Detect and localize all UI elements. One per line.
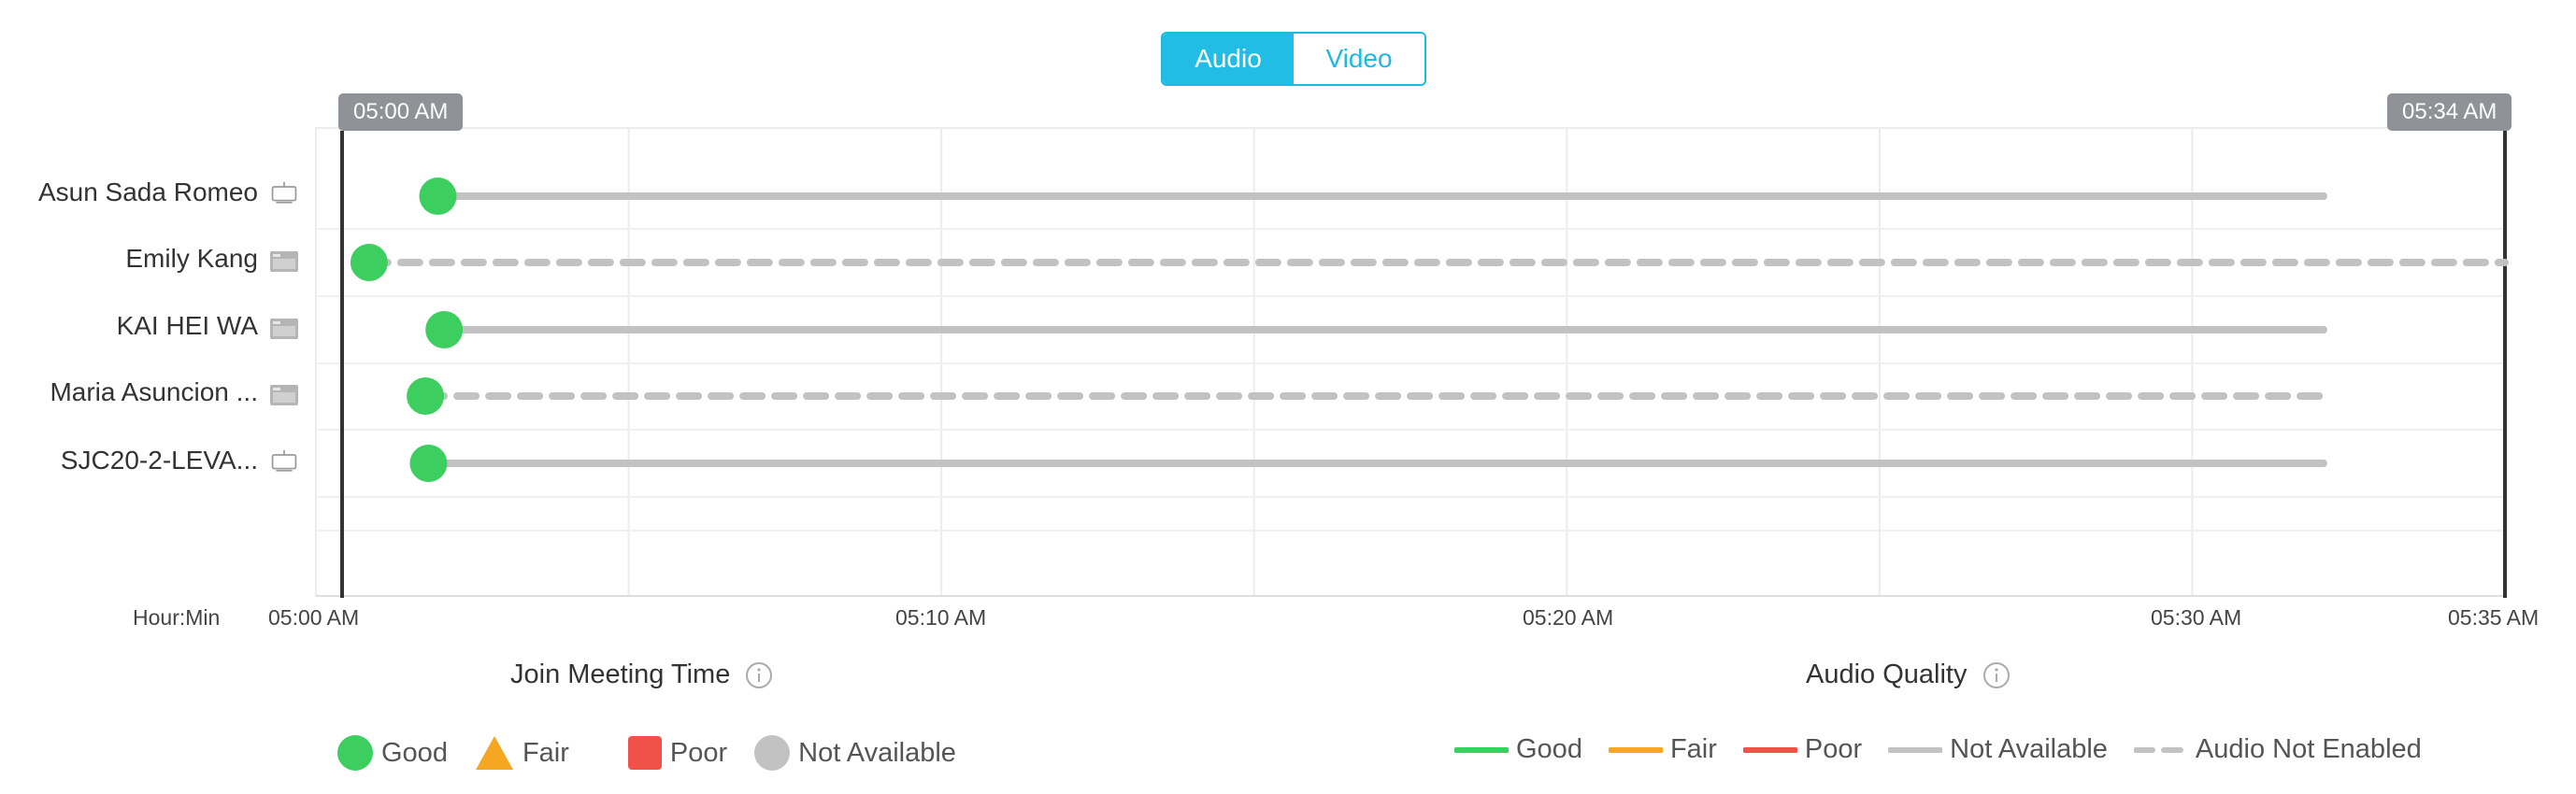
poor-line-icon	[1742, 746, 1797, 753]
tv-icon	[271, 449, 297, 472]
legend-label: Good	[381, 737, 448, 768]
dashed-line-icon	[2133, 746, 2188, 753]
legend-not-available: Not Available	[1888, 734, 2108, 765]
join-time-marker	[409, 445, 448, 482]
x-tick-label: 05:20 AM	[1523, 605, 1614, 630]
not-available-line-icon	[1888, 746, 1943, 753]
legend-fair: Fair	[474, 734, 569, 772]
legend-label: Audio Not Enabled	[2195, 734, 2422, 764]
x-tick-label: 05:35 AM	[2448, 605, 2540, 630]
poor-square-icon	[627, 736, 662, 770]
fair-triangle-icon	[475, 736, 513, 770]
participant-name: KAI HEI WA	[116, 311, 258, 340]
legend-fair: Fair	[1608, 734, 1717, 765]
end-time-badge: 05:34 AM	[2387, 93, 2512, 131]
legend-label: Poor	[1804, 734, 1863, 764]
join-meeting-time-title: Join Meeting Time	[510, 659, 773, 690]
join-time-marker	[425, 311, 464, 348]
legend-label: Poor	[669, 737, 728, 768]
legend-label: Not Available	[798, 737, 956, 768]
axis-unit-label: Hour:Min	[133, 605, 221, 630]
info-icon[interactable]	[1982, 661, 2011, 689]
quality-legend: Good Fair Poor Not Available Audio Not E…	[1454, 734, 2448, 765]
join-time-marker	[419, 177, 457, 215]
participant-name: Emily Kang	[125, 244, 258, 273]
desktop-app-icon	[270, 251, 298, 272]
desktop-app-icon	[270, 319, 298, 339]
join-time-marker	[350, 244, 388, 281]
participant-name: Maria Asuncion ...	[50, 377, 258, 406]
legend-label: Fair	[522, 737, 569, 768]
legend-label: Fair	[1669, 734, 1717, 764]
legend-not-available: Not Available	[753, 734, 956, 772]
legend-poor: Poor	[627, 735, 727, 771]
legend-label: Good	[1516, 734, 1582, 764]
not-available-circle-icon	[754, 735, 791, 771]
join-time-marker	[407, 377, 445, 415]
legend-audio-not-enabled: Audio Not Enabled	[2133, 734, 2422, 765]
tv-icon	[271, 181, 297, 204]
x-tick-label: 05:30 AM	[2151, 605, 2242, 630]
fair-line-icon	[1608, 746, 1663, 753]
audio-quality-title: Audio Quality	[1806, 659, 2011, 690]
good-circle-icon	[337, 735, 373, 771]
info-icon[interactable]	[745, 661, 773, 689]
start-time-badge: 05:00 AM	[338, 93, 464, 131]
participant-name: Asun Sada Romeo	[37, 177, 258, 206]
good-line-icon	[1454, 746, 1509, 753]
legend-poor: Poor	[1742, 734, 1863, 765]
legend-good: Good	[1454, 734, 1582, 765]
participant-name: SJC20-2-LEVA...	[60, 446, 258, 475]
x-tick-label: 05:00 AM	[268, 605, 360, 630]
legend-label: Not Available	[1950, 734, 2108, 764]
legend-good: Good	[336, 734, 448, 772]
join-legend: Good Fair Poor Not Available	[336, 734, 982, 772]
desktop-app-icon	[270, 385, 298, 405]
x-tick-label: 05:10 AM	[895, 605, 987, 630]
section-title-text: Join Meeting Time	[510, 659, 731, 689]
section-title-text: Audio Quality	[1806, 659, 1968, 689]
